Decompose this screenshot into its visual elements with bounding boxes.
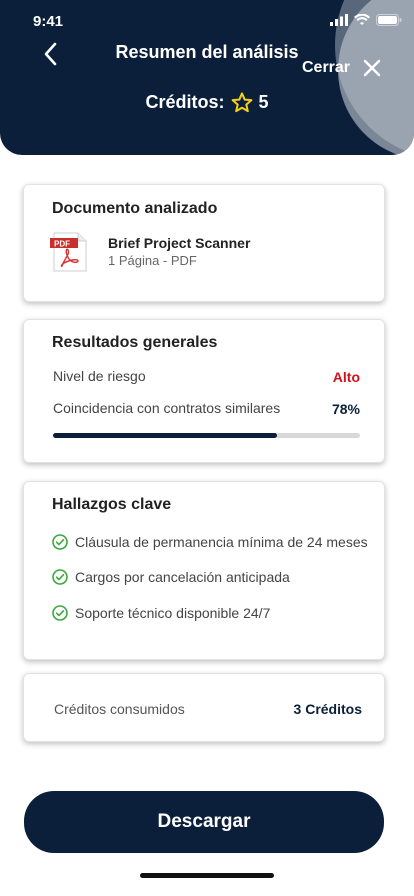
match-value: 78%: [331, 401, 360, 417]
home-indicator: [140, 873, 274, 878]
document-name: Brief Project Scanner: [108, 235, 251, 251]
pdf-file-icon: PDF: [50, 232, 87, 272]
download-button[interactable]: Descargar: [24, 791, 384, 853]
cellular-signal-icon: [330, 14, 348, 26]
star-icon: [231, 92, 252, 113]
results-card: Resultados generales Nivel de riesgo Alt…: [23, 319, 385, 463]
match-progress-bar: [53, 433, 360, 438]
pdf-icon-text: PDF: [54, 240, 70, 249]
risk-label: Nivel de riesgo: [53, 368, 146, 384]
match-progress-fill: [53, 433, 278, 438]
check-circle-icon: [52, 605, 68, 621]
check-circle-icon: [52, 569, 68, 585]
document-card-title: Documento analizado: [52, 200, 218, 217]
check-circle-icon: [52, 534, 68, 550]
finding-text: Soporte técnico disponible 24/7: [75, 605, 271, 621]
findings-card: Hallazgos clave Cláusula de permanencia …: [23, 481, 385, 660]
consumed-credits-card: Créditos consumidos 3 Créditos: [23, 673, 385, 742]
close-icon[interactable]: [362, 58, 382, 78]
close-label[interactable]: Cerrar: [302, 59, 350, 77]
risk-value: Alto: [332, 369, 360, 385]
battery-icon: [376, 14, 402, 26]
findings-card-title: Hallazgos clave: [52, 496, 172, 513]
results-card-title: Resultados generales: [52, 334, 218, 351]
document-card: Documento analizado PDF Brief Project Sc…: [23, 184, 385, 302]
finding-text: Cargos por cancelación anticipada: [75, 569, 290, 585]
credits-indicator: Créditos: 5: [0, 92, 414, 113]
status-time: 9:41: [33, 13, 64, 30]
document-meta: 1 Página - PDF: [108, 253, 197, 268]
finding-item: Soporte técnico disponible 24/7: [52, 605, 270, 621]
credits-label: Créditos:: [145, 92, 225, 112]
finding-item: Cargos por cancelación anticipada: [52, 569, 290, 585]
finding-item: Cláusula de permanencia mínima de 24 mes…: [52, 534, 368, 550]
page-title: Resumen del análisis: [115, 42, 299, 62]
status-icons: [330, 14, 402, 26]
consumed-credits-label: Créditos consumidos: [54, 701, 185, 717]
consumed-credits-value: 3 Créditos: [293, 701, 362, 717]
match-label: Coincidencia con contratos similares: [53, 400, 281, 416]
finding-text: Cláusula de permanencia mínima de 24 mes…: [75, 534, 368, 550]
credits-value: 5: [258, 92, 269, 112]
wifi-icon: [354, 14, 370, 25]
